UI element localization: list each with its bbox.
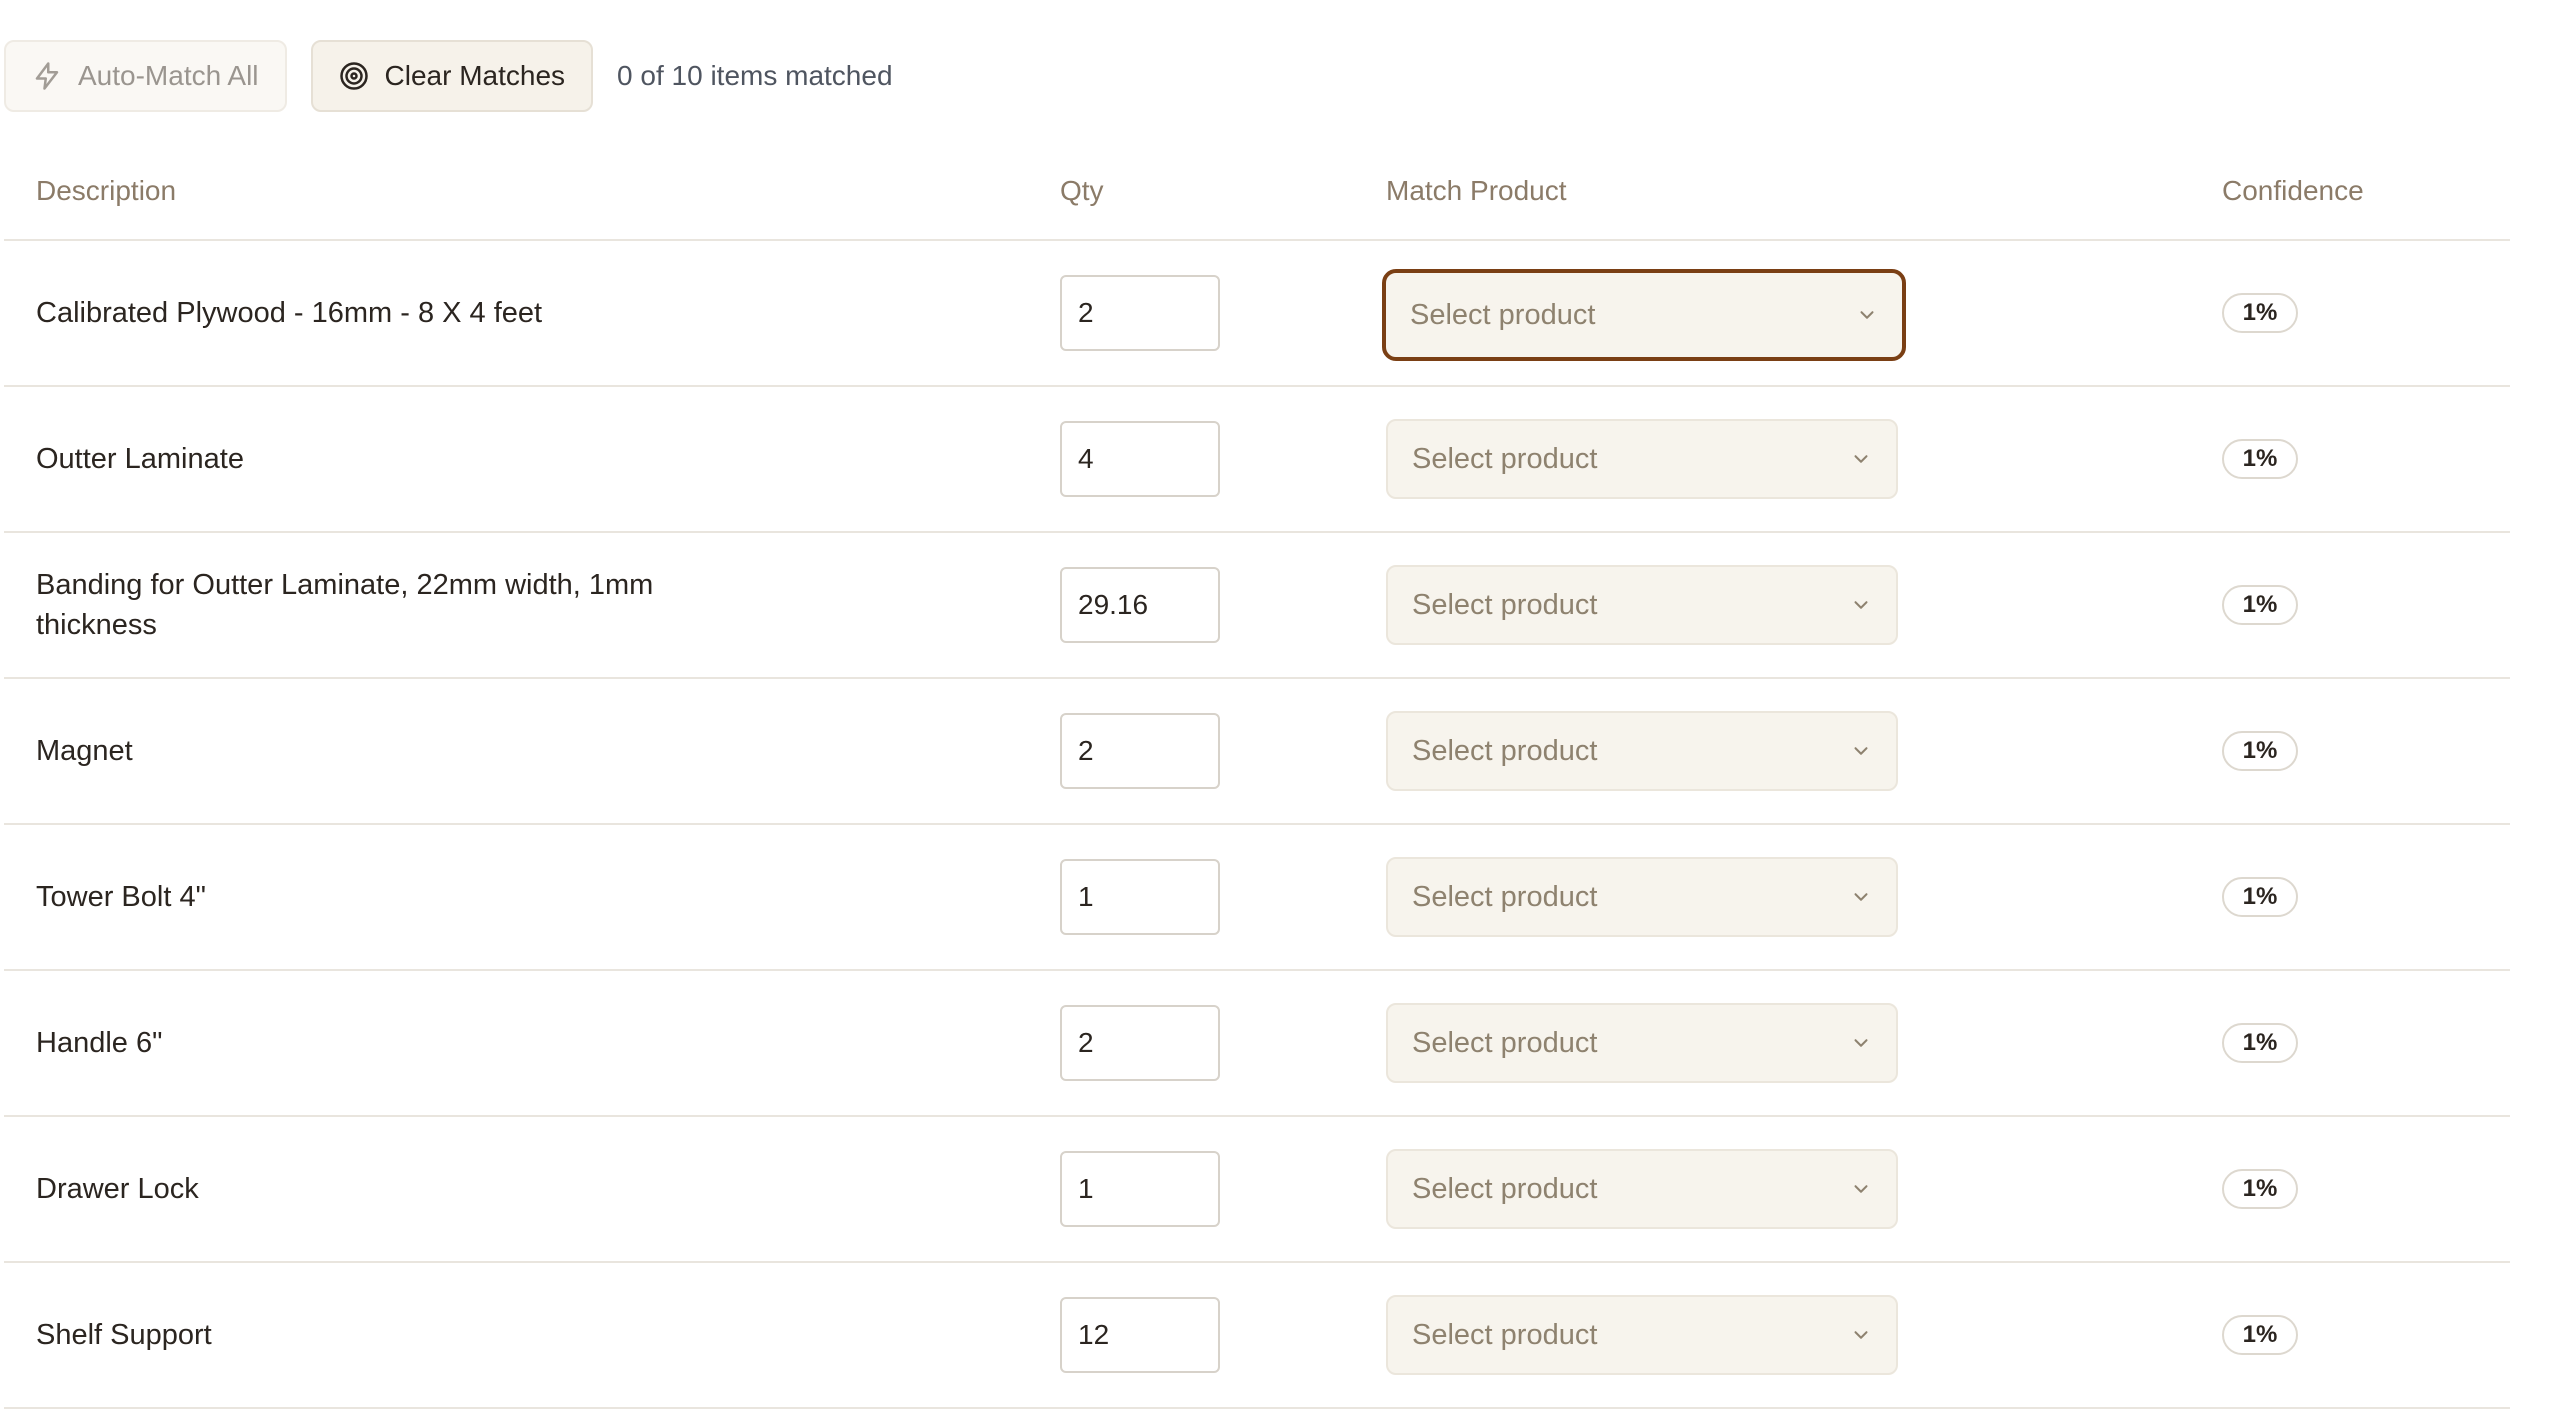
confidence-badge: 1% xyxy=(2222,293,2298,333)
product-select-placeholder: Select product xyxy=(1412,1172,1598,1205)
qty-input[interactable] xyxy=(1060,1005,1220,1081)
toolbar: Auto-Match All Clear Matches 0 of 10 ite… xyxy=(4,39,893,113)
item-description: Outter Laminate xyxy=(36,443,244,475)
table-body: Calibrated Plywood - 16mm - 8 X 4 feet Se… xyxy=(4,241,2510,1409)
target-icon xyxy=(339,61,369,91)
qty-input[interactable] xyxy=(1060,859,1220,935)
qty-input[interactable] xyxy=(1060,567,1220,643)
product-select-placeholder: Select product xyxy=(1412,588,1598,621)
table-row: Shelf Support Select product 1% xyxy=(4,1263,2510,1409)
product-select-placeholder: Select product xyxy=(1412,734,1598,767)
item-description: Banding for Outter Laminate, 22mm width,… xyxy=(36,569,654,641)
item-description: Calibrated Plywood - 16mm - 8 X 4 feet xyxy=(36,297,543,329)
confidence-badge: 1% xyxy=(2222,731,2298,771)
product-matching-panel: Auto-Match All Clear Matches 0 of 10 ite… xyxy=(0,0,2566,1420)
chevron-down-icon xyxy=(1850,740,1872,762)
confidence-badge: 1% xyxy=(2222,877,2298,917)
product-select-placeholder: Select product xyxy=(1412,880,1598,913)
product-select-placeholder: Select product xyxy=(1410,298,1596,331)
qty-input[interactable] xyxy=(1060,1151,1220,1227)
product-select[interactable]: Select product xyxy=(1382,269,1906,361)
chevron-down-icon xyxy=(1850,886,1872,908)
product-select[interactable]: Select product xyxy=(1386,565,1898,645)
item-description: Shelf Support xyxy=(36,1319,212,1351)
product-select[interactable]: Select product xyxy=(1386,1003,1898,1083)
item-description: Handle 6" xyxy=(36,1027,163,1059)
qty-input[interactable] xyxy=(1060,275,1220,351)
product-select-placeholder: Select product xyxy=(1412,442,1598,475)
column-header-match-product: Match Product xyxy=(1386,175,1567,206)
confidence-badge: 1% xyxy=(2222,585,2298,625)
table-row: Magnet Select product 1% xyxy=(4,679,2510,825)
item-description: Magnet xyxy=(36,735,133,767)
product-select[interactable]: Select product xyxy=(1386,857,1898,937)
chevron-down-icon xyxy=(1850,594,1872,616)
product-select[interactable]: Select product xyxy=(1386,1149,1898,1229)
scroll-edge xyxy=(2510,0,2512,1420)
table-row: Drawer Lock Select product 1% xyxy=(4,1117,2510,1263)
product-select[interactable]: Select product xyxy=(1386,711,1898,791)
product-select[interactable]: Select product xyxy=(1386,419,1898,499)
qty-input[interactable] xyxy=(1060,713,1220,789)
confidence-badge: 1% xyxy=(2222,1169,2298,1209)
item-description: Drawer Lock xyxy=(36,1173,199,1205)
column-header-qty: Qty xyxy=(1060,175,1104,206)
product-select[interactable]: Select product xyxy=(1386,1295,1898,1375)
chevron-down-icon xyxy=(1856,304,1878,326)
qty-input[interactable] xyxy=(1060,1297,1220,1373)
clear-matches-label: Clear Matches xyxy=(384,60,566,91)
column-header-description: Description xyxy=(36,175,177,206)
clear-matches-button[interactable]: Clear Matches xyxy=(310,40,594,112)
item-description: Tower Bolt 4" xyxy=(36,881,206,913)
match-status-text: 0 of 10 items matched xyxy=(617,60,893,91)
confidence-badge: 1% xyxy=(2222,439,2298,479)
column-header-confidence: Confidence xyxy=(2222,175,2364,206)
confidence-badge: 1% xyxy=(2222,1023,2298,1063)
lightning-icon xyxy=(32,61,62,91)
confidence-badge: 1% xyxy=(2222,1315,2298,1355)
table-row: Tower Bolt 4" Select product 1% xyxy=(4,825,2510,971)
table-row: Banding for Outter Laminate, 22mm width,… xyxy=(4,533,2510,679)
line-items-table: Description Qty Match Product Confidence… xyxy=(4,151,2510,1409)
chevron-down-icon xyxy=(1850,1032,1872,1054)
chevron-down-icon xyxy=(1850,1324,1872,1346)
qty-input[interactable] xyxy=(1060,421,1220,497)
table-row: Outter Laminate Select product 1% xyxy=(4,387,2510,533)
auto-match-all-button[interactable]: Auto-Match All xyxy=(4,40,287,112)
product-select-placeholder: Select product xyxy=(1412,1318,1598,1351)
table-header: Description Qty Match Product Confidence xyxy=(4,151,2510,241)
table-row: Handle 6" Select product 1% xyxy=(4,971,2510,1117)
chevron-down-icon xyxy=(1850,448,1872,470)
product-select-placeholder: Select product xyxy=(1412,1026,1598,1059)
table-row: Calibrated Plywood - 16mm - 8 X 4 feet Se… xyxy=(4,241,2510,387)
chevron-down-icon xyxy=(1850,1178,1872,1200)
auto-match-all-label: Auto-Match All xyxy=(78,60,259,91)
